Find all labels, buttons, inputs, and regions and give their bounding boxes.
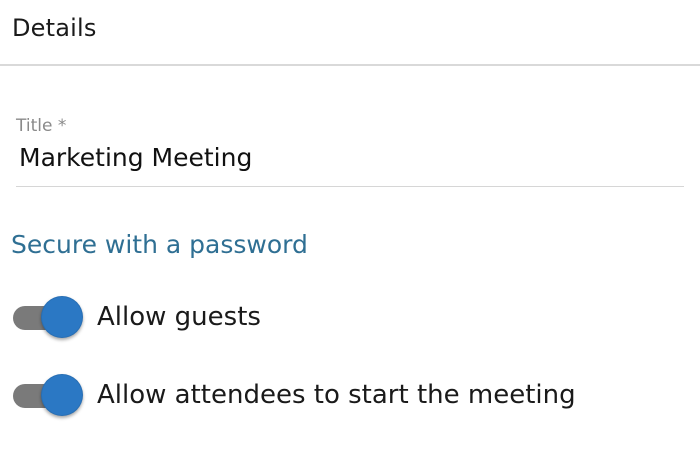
page-title: Details xyxy=(12,14,97,42)
secure-with-password-link[interactable]: Secure with a password xyxy=(11,228,308,262)
title-field[interactable]: Title * Marketing Meeting xyxy=(16,112,684,187)
allow-attendees-start-label: Allow attendees to start the meeting xyxy=(97,380,576,410)
meeting-details-panel: Details Title * Marketing Meeting Secure… xyxy=(0,0,700,462)
title-input[interactable]: Marketing Meeting xyxy=(19,142,619,174)
allow-guests-label: Allow guests xyxy=(97,302,261,332)
title-field-label: Title * xyxy=(16,116,67,136)
allow-guests-row: Allow guests xyxy=(10,296,650,340)
allow-attendees-start-row: Allow attendees to start the meeting xyxy=(10,374,650,418)
toggle-knob xyxy=(41,296,83,338)
allow-guests-toggle[interactable] xyxy=(10,296,84,340)
details-header: Details xyxy=(0,0,700,66)
allow-attendees-start-toggle[interactable] xyxy=(10,374,84,418)
toggle-knob xyxy=(41,374,83,416)
